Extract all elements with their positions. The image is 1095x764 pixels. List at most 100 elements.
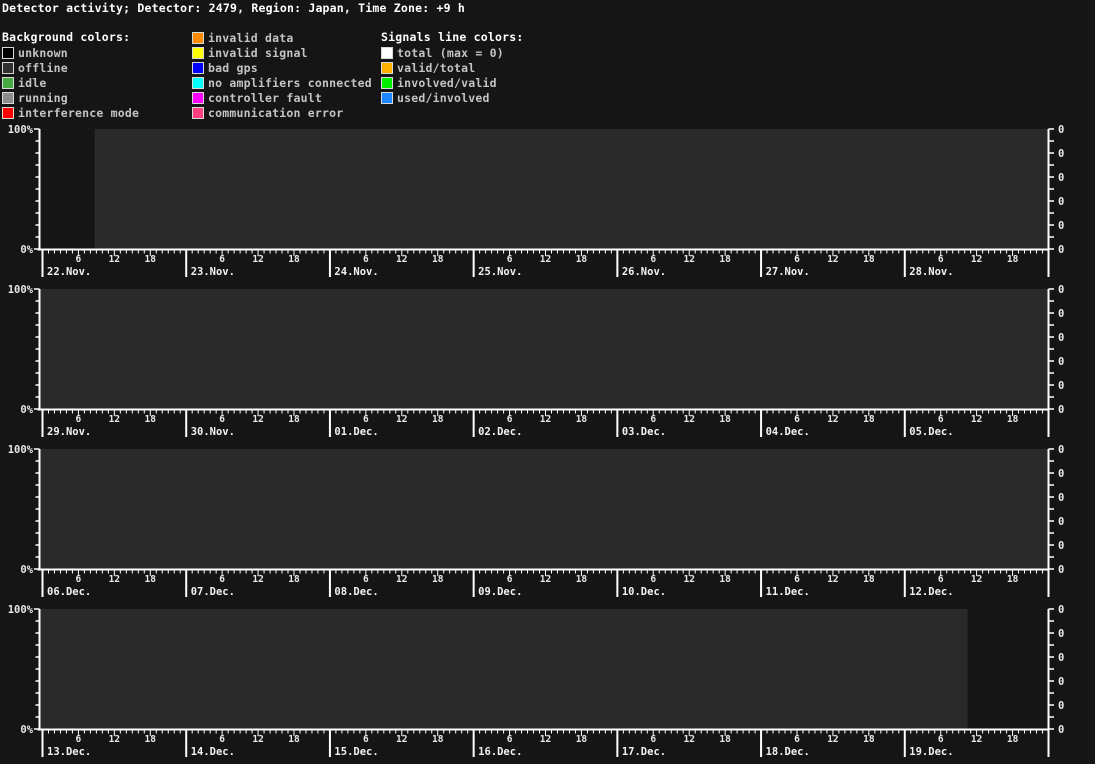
color-swatch-icon bbox=[381, 62, 393, 74]
hour-label: 12 bbox=[540, 414, 551, 425]
legend-signal-line-colors: Signals line colors: total (max = 0)vali… bbox=[381, 30, 523, 105]
hour-label: 12 bbox=[683, 734, 694, 745]
hour-label: 6 bbox=[794, 734, 800, 745]
hour-label: 6 bbox=[938, 414, 944, 425]
hour-label: 6 bbox=[219, 414, 225, 425]
legend-item-no-amplifiers-connected: no amplifiers connected bbox=[192, 75, 372, 90]
hour-label: 6 bbox=[507, 414, 513, 425]
legend-item-label: idle bbox=[18, 76, 47, 90]
hour-label: 6 bbox=[363, 574, 369, 585]
hour-label: 18 bbox=[432, 734, 444, 745]
right-axis-label: 0 bbox=[1058, 172, 1064, 184]
hour-label: 12 bbox=[396, 414, 407, 425]
hour-label: 6 bbox=[76, 734, 82, 745]
hour-label: 6 bbox=[219, 574, 225, 585]
hour-label: 6 bbox=[363, 734, 369, 745]
color-swatch-icon bbox=[381, 77, 393, 89]
hour-label: 12 bbox=[109, 734, 120, 745]
legend-item-label: invalid data bbox=[208, 31, 293, 45]
right-axis-label: 0 bbox=[1058, 308, 1064, 320]
right-axis-label: 0 bbox=[1058, 220, 1064, 232]
hour-label: 18 bbox=[719, 254, 731, 265]
hour-label: 18 bbox=[288, 574, 300, 585]
background-segment-offline bbox=[40, 289, 1049, 409]
hour-label: 12 bbox=[109, 414, 120, 425]
date-label: 27.Nov. bbox=[766, 266, 810, 278]
legend-item-running: running bbox=[2, 90, 139, 105]
date-label: 23.Nov. bbox=[191, 266, 235, 278]
background-segment-offline bbox=[95, 129, 1049, 249]
right-axis-label: 0 bbox=[1058, 148, 1064, 160]
hour-label: 18 bbox=[145, 574, 157, 585]
hour-label: 12 bbox=[971, 574, 982, 585]
hour-label: 6 bbox=[363, 414, 369, 425]
legend-item-unknown: unknown bbox=[2, 45, 139, 60]
legend-item-label: invalid signal bbox=[208, 46, 308, 60]
hour-label: 12 bbox=[827, 734, 838, 745]
hour-label: 6 bbox=[650, 574, 656, 585]
date-label: 17.Dec. bbox=[622, 746, 666, 758]
color-swatch-icon bbox=[192, 92, 204, 104]
hour-label: 12 bbox=[396, 574, 407, 585]
legend-item-label: bad gps bbox=[208, 61, 258, 75]
right-axis-label: 0 bbox=[1058, 196, 1064, 208]
color-swatch-icon bbox=[192, 62, 204, 74]
hour-label: 12 bbox=[827, 414, 838, 425]
color-swatch-icon bbox=[192, 32, 204, 44]
date-label: 24.Nov. bbox=[334, 266, 378, 278]
y-label-0: 0% bbox=[20, 564, 33, 576]
right-axis-label: 0 bbox=[1058, 404, 1064, 416]
hour-label: 18 bbox=[863, 414, 875, 425]
date-label: 13.Dec. bbox=[47, 746, 91, 758]
hour-label: 18 bbox=[719, 414, 731, 425]
legend-item-communication-error: communication error bbox=[192, 105, 372, 120]
legend-item-label: communication error bbox=[208, 106, 343, 120]
hour-label: 18 bbox=[145, 734, 157, 745]
hour-label: 18 bbox=[432, 574, 444, 585]
hour-label: 6 bbox=[219, 254, 225, 265]
legend-item-offline: offline bbox=[2, 60, 139, 75]
color-swatch-icon bbox=[2, 77, 14, 89]
date-label: 14.Dec. bbox=[191, 746, 235, 758]
hour-label: 6 bbox=[650, 414, 656, 425]
date-label: 01.Dec. bbox=[334, 426, 378, 438]
hour-label: 12 bbox=[109, 574, 120, 585]
signals-line-colors-header: Signals line colors: bbox=[381, 30, 523, 45]
legend-item-controller-fault: controller fault bbox=[192, 90, 372, 105]
color-swatch-icon bbox=[2, 47, 14, 59]
color-swatch-icon bbox=[381, 92, 393, 104]
hour-label: 6 bbox=[650, 254, 656, 265]
hour-label: 6 bbox=[650, 734, 656, 745]
y-label-0: 0% bbox=[20, 244, 33, 256]
date-label: 06.Dec. bbox=[47, 586, 91, 598]
hour-label: 6 bbox=[363, 254, 369, 265]
date-label: 16.Dec. bbox=[478, 746, 522, 758]
hour-label: 12 bbox=[109, 254, 120, 265]
hour-label: 18 bbox=[1007, 574, 1019, 585]
right-axis-label: 0 bbox=[1058, 652, 1064, 664]
legend-item-label: total (max = 0) bbox=[397, 46, 504, 60]
legend-item-total-max-0: total (max = 0) bbox=[381, 45, 523, 60]
hour-label: 12 bbox=[252, 574, 263, 585]
hour-label: 18 bbox=[1007, 254, 1019, 265]
legend-item-interference-mode: interference mode bbox=[2, 105, 139, 120]
right-axis-label: 0 bbox=[1058, 628, 1064, 640]
hour-label: 12 bbox=[540, 734, 551, 745]
hour-label: 12 bbox=[971, 414, 982, 425]
date-label: 26.Nov. bbox=[622, 266, 666, 278]
legend-item-label: offline bbox=[18, 61, 68, 75]
color-swatch-icon bbox=[192, 47, 204, 59]
hour-label: 6 bbox=[507, 254, 513, 265]
right-axis-label: 0 bbox=[1058, 468, 1064, 480]
hour-label: 12 bbox=[252, 254, 263, 265]
hour-label: 18 bbox=[1007, 734, 1019, 745]
legend-item-label: unknown bbox=[18, 46, 68, 60]
date-label: 05.Dec. bbox=[909, 426, 953, 438]
hour-label: 12 bbox=[683, 414, 694, 425]
hour-label: 12 bbox=[252, 414, 263, 425]
page-title: Detector activity; Detector: 2479, Regio… bbox=[2, 1, 465, 15]
hour-label: 18 bbox=[863, 254, 875, 265]
hour-label: 18 bbox=[863, 734, 875, 745]
background-segment-offline bbox=[40, 449, 1049, 569]
color-swatch-icon bbox=[192, 77, 204, 89]
